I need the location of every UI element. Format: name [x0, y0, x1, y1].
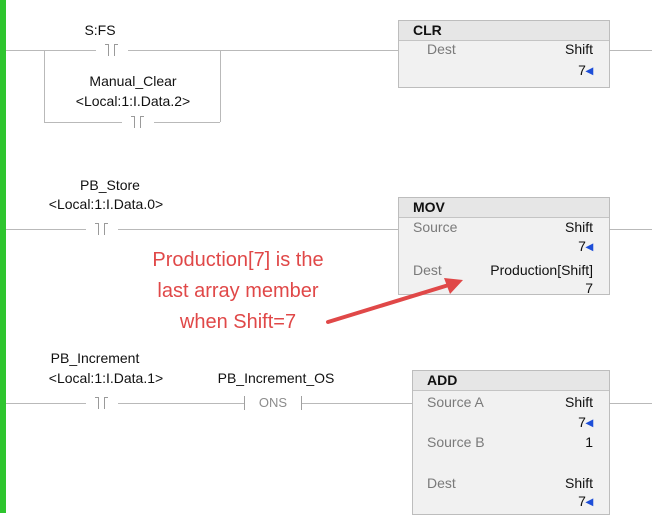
left-arrow-marker-icon: ◂	[585, 493, 593, 509]
rung1-contact-tag: S:FS	[84, 22, 116, 38]
clr-instruction-name: CLR	[399, 21, 609, 41]
mov-dest-tag: Production[Shift]	[490, 262, 593, 278]
left-power-rail	[0, 0, 6, 513]
rung2-contact-tag: PB_Store	[80, 177, 140, 193]
mov-instruction-name: MOV	[399, 198, 609, 218]
mov-source-label: Source	[413, 219, 458, 235]
rung3-xic-contact[interactable]	[86, 397, 118, 409]
add-source-a-label: Source A	[427, 394, 484, 410]
add-instruction[interactable]: ADD Source A Shift 7◂ Source B 1 Dest Sh…	[412, 370, 610, 515]
left-arrow-marker-icon: ◂	[585, 238, 593, 254]
rung3-contact-alias: <Local:1:I.Data.1>	[48, 370, 164, 386]
add-dest-label: Dest	[427, 475, 456, 491]
add-instruction-name: ADD	[413, 371, 609, 391]
rung1-xic-contact[interactable]	[96, 44, 128, 56]
mov-dest-value: 7	[585, 280, 593, 296]
rung1-branch-contact-alias: <Local:1:I.Data.2>	[75, 93, 191, 109]
rung1-branch-xic-contact[interactable]	[122, 116, 154, 128]
add-source-a-tag: Shift	[564, 394, 593, 410]
clr-dest-label: Dest	[427, 41, 456, 57]
rung2-xic-contact[interactable]	[86, 223, 118, 235]
ons-instruction[interactable]: ONS	[244, 396, 302, 410]
mov-source-tag: Shift	[564, 219, 593, 235]
annotation-arrow-icon	[326, 278, 463, 324]
add-source-b-value: 1	[585, 434, 593, 450]
rung3-ons-tag: PB_Increment_OS	[217, 370, 335, 386]
add-source-b-label: Source B	[427, 434, 485, 450]
add-dest-value: 7	[578, 493, 586, 509]
clr-dest-value: 7	[578, 62, 586, 78]
left-arrow-marker-icon: ◂	[585, 62, 593, 78]
rung1-branch-contact-tag: Manual_Clear	[89, 73, 177, 89]
clr-instruction[interactable]: CLR Dest Shift 7◂	[398, 20, 610, 88]
left-arrow-marker-icon: ◂	[585, 414, 593, 430]
add-source-a-value: 7	[578, 414, 586, 430]
clr-dest-tag: Shift	[564, 41, 593, 57]
rung2-contact-alias: <Local:1:I.Data.0>	[48, 196, 164, 212]
add-dest-tag: Shift	[564, 475, 593, 491]
mov-source-value: 7	[578, 238, 586, 254]
rung3-contact-tag: PB_Increment	[50, 350, 140, 366]
